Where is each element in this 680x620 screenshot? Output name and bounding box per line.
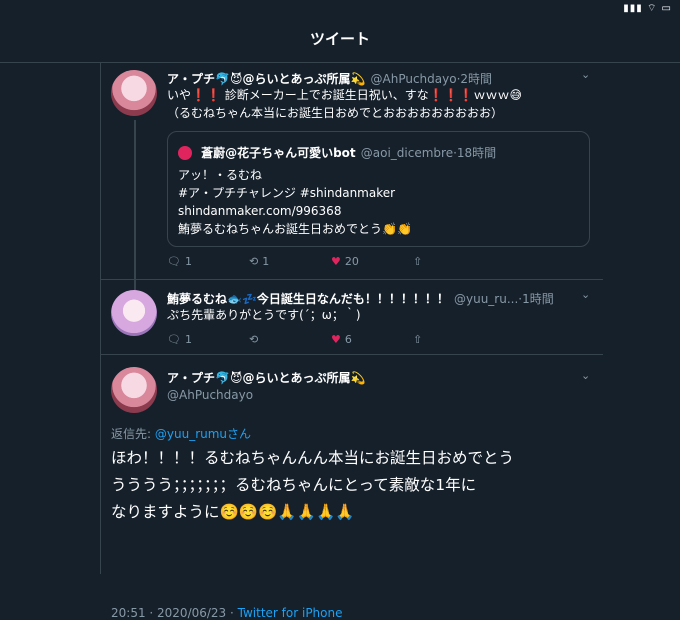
- chevron-down-icon[interactable]: ⌄: [581, 369, 590, 382]
- quoted-tweet[interactable]: 蒼蔚@花子ちゃん可愛いbot @aoi_dicembre·18時間 アッ！・るむ…: [167, 131, 590, 247]
- tweet-text: ぷち先輩ありがとうです(´；ω；｀): [167, 308, 361, 322]
- tweet-actions: 🗨 1 ⟲ ♥ 6 ⇧: [167, 333, 587, 349]
- heart-icon: ♥: [331, 255, 341, 268]
- tweet-body-line: うううう；；；；；；；るむねちゃんにとって素敵な1年に: [111, 476, 477, 494]
- reply-count: 1: [184, 255, 192, 268]
- page-title: ツイート: [309, 30, 370, 48]
- like-button[interactable]: ♥ 20: [331, 255, 359, 268]
- quote-time: ·18時間: [453, 146, 497, 160]
- retweet-icon: ⟲: [249, 333, 259, 346]
- tweet-1[interactable]: ア・プチ🐬😈@らいとあっぷ所属💫 @AhPuchdayo·2時間 ⌄ いや❗❗ …: [101, 62, 603, 280]
- reply-count: 1: [184, 333, 192, 346]
- quote-link[interactable]: shindanmaker.com/996368: [178, 202, 412, 220]
- reply-button[interactable]: 🗨 1: [167, 333, 192, 346]
- handle[interactable]: @AhPuchdayo: [167, 388, 365, 402]
- timestamp[interactable]: ·1時間: [518, 292, 553, 306]
- focused-tweet: ア・プチ🐬😈@らいとあっぷ所属💫 @AhPuchdayo ⌄ 返信先: @yuu…: [101, 355, 603, 620]
- chevron-down-icon[interactable]: ⌄: [581, 68, 590, 81]
- like-count: 20: [344, 255, 359, 268]
- client-link[interactable]: Twitter for iPhone: [238, 606, 343, 620]
- quote-line: アッ！・るむね: [178, 168, 263, 182]
- avatar[interactable]: [111, 70, 157, 116]
- tweet-text-line: （るむねちゃん本当にお誕生日おめでとおおおおおおおおお）: [167, 106, 504, 120]
- tweet-header: ア・プチ🐬😈@らいとあっぷ所属💫 @AhPuchdayo: [167, 369, 365, 402]
- retweet-count: 1: [262, 255, 270, 268]
- tweet-meta: 20:51 · 2020/06/23 · Twitter for iPhone: [111, 606, 343, 620]
- share-icon: ⇧: [413, 255, 423, 268]
- display-name[interactable]: ア・プチ🐬😈@らいとあっぷ所属💫: [167, 369, 365, 386]
- quote-text: アッ！・るむね #ア・プチチャレンジ #shindanmaker shindan…: [178, 166, 412, 238]
- status-bar: ▮▮▮ ⌔ ▭: [0, 0, 680, 16]
- tweet-timestamp: 20:51 · 2020/06/23 ·: [111, 606, 238, 620]
- header: ツイート: [0, 16, 680, 63]
- tweet-header: ア・プチ🐬😈@らいとあっぷ所属💫 @AhPuchdayo·2時間: [167, 68, 492, 87]
- quote-hashtags[interactable]: #ア・プチチャレンジ #shindanmaker: [178, 184, 412, 202]
- tweet-2[interactable]: 鮪夢るむね🐟💤今日誕生日なんだも！！！！！！！ @yuu_ru...·1時間 ⌄…: [101, 280, 603, 350]
- tweet-text-line: いや❗❗ 診断メーカー上でお誕生日祝い、すな❗❗❗ｗｗｗ😅: [167, 88, 523, 102]
- tweet-header: 鮪夢るむね🐟💤今日誕生日なんだも！！！！！！！ @yuu_ru...·1時間: [167, 288, 554, 307]
- thread-line: [134, 280, 136, 290]
- reply-icon: 🗨: [167, 255, 181, 268]
- share-icon: ⇧: [413, 333, 423, 346]
- tweet-body: ほわ！！！！るむねちゃんんん本当にお誕生日おめでとう うううう；；；；；；；るむ…: [111, 445, 514, 526]
- chevron-down-icon[interactable]: ⌄: [581, 288, 590, 301]
- share-button[interactable]: ⇧: [413, 255, 422, 268]
- display-name[interactable]: 鮪夢るむね🐟💤今日誕生日なんだも！！！！！！！: [167, 292, 449, 306]
- like-count: 6: [344, 333, 352, 346]
- retweet-button[interactable]: ⟲ 1: [249, 255, 269, 268]
- quote-line: 鮪夢るむねちゃんお誕生日おめでとう👏👏: [178, 222, 412, 236]
- timestamp[interactable]: ·2時間: [457, 72, 492, 86]
- tweet-body-line: ほわ！！！！るむねちゃんんん本当にお誕生日おめでとう: [111, 449, 515, 467]
- tweet-thread: ア・プチ🐬😈@らいとあっぷ所属💫 @AhPuchdayo·2時間 ⌄ いや❗❗ …: [100, 62, 603, 620]
- quote-display-name: 蒼蔚@花子ちゃん可愛いbot: [201, 146, 356, 160]
- display-name[interactable]: ア・プチ🐬😈@らいとあっぷ所属💫: [167, 72, 365, 86]
- share-button[interactable]: ⇧: [413, 333, 422, 346]
- reply-to-link[interactable]: @yuu_rumuさん: [155, 427, 251, 441]
- reply-to-line: 返信先: @yuu_rumuさん: [111, 425, 251, 442]
- heart-icon: ♥: [331, 333, 341, 346]
- handle[interactable]: @yuu_ru...: [454, 292, 518, 306]
- tweet-actions: 🗨 1 ⟲ 1 ♥ 20 ⇧: [167, 255, 587, 271]
- retweet-icon: ⟲: [249, 255, 259, 268]
- reply-label: 返信先:: [111, 427, 152, 441]
- thread-line: [134, 120, 136, 280]
- avatar[interactable]: [111, 290, 157, 336]
- quote-avatar: [178, 145, 192, 160]
- reply-icon: 🗨: [167, 333, 181, 346]
- avatar[interactable]: [111, 367, 157, 413]
- reply-button[interactable]: 🗨 1: [167, 255, 192, 268]
- like-button[interactable]: ♥ 6: [331, 333, 352, 346]
- retweet-button[interactable]: ⟲: [249, 333, 258, 346]
- handle[interactable]: @AhPuchdayo: [371, 72, 457, 86]
- tweet-text: いや❗❗ 診断メーカー上でお誕生日祝い、すな❗❗❗ｗｗｗ😅 （るむねちゃん本当に…: [167, 86, 597, 122]
- quote-header: 蒼蔚@花子ちゃん可愛いbot @aoi_dicembre·18時間: [178, 142, 496, 161]
- status-icons: ▮▮▮ ⌔ ▭: [623, 3, 672, 14]
- tweet-body-line: なりますように☺️☺️☺️🙏🙏🙏🙏: [111, 503, 355, 521]
- quote-handle: @aoi_dicembre: [360, 146, 454, 160]
